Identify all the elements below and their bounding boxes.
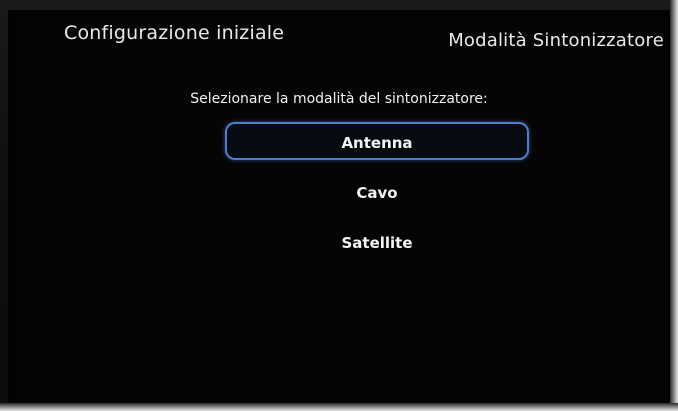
setup-title: Configurazione iniziale	[64, 22, 285, 44]
option-antenna[interactable]: Antenna	[225, 122, 529, 160]
option-satellite[interactable]: Satellite	[225, 224, 529, 262]
background-wall	[670, 0, 678, 411]
section-title: Modalità Sintonizzatore	[448, 30, 664, 51]
tv-screen: Configurazione iniziale Modalità Sintoni…	[8, 10, 670, 403]
background-floor	[0, 403, 678, 411]
tuner-mode-prompt: Selezionare la modalità del sintonizzato…	[190, 91, 488, 107]
option-cavo[interactable]: Cavo	[225, 174, 529, 212]
